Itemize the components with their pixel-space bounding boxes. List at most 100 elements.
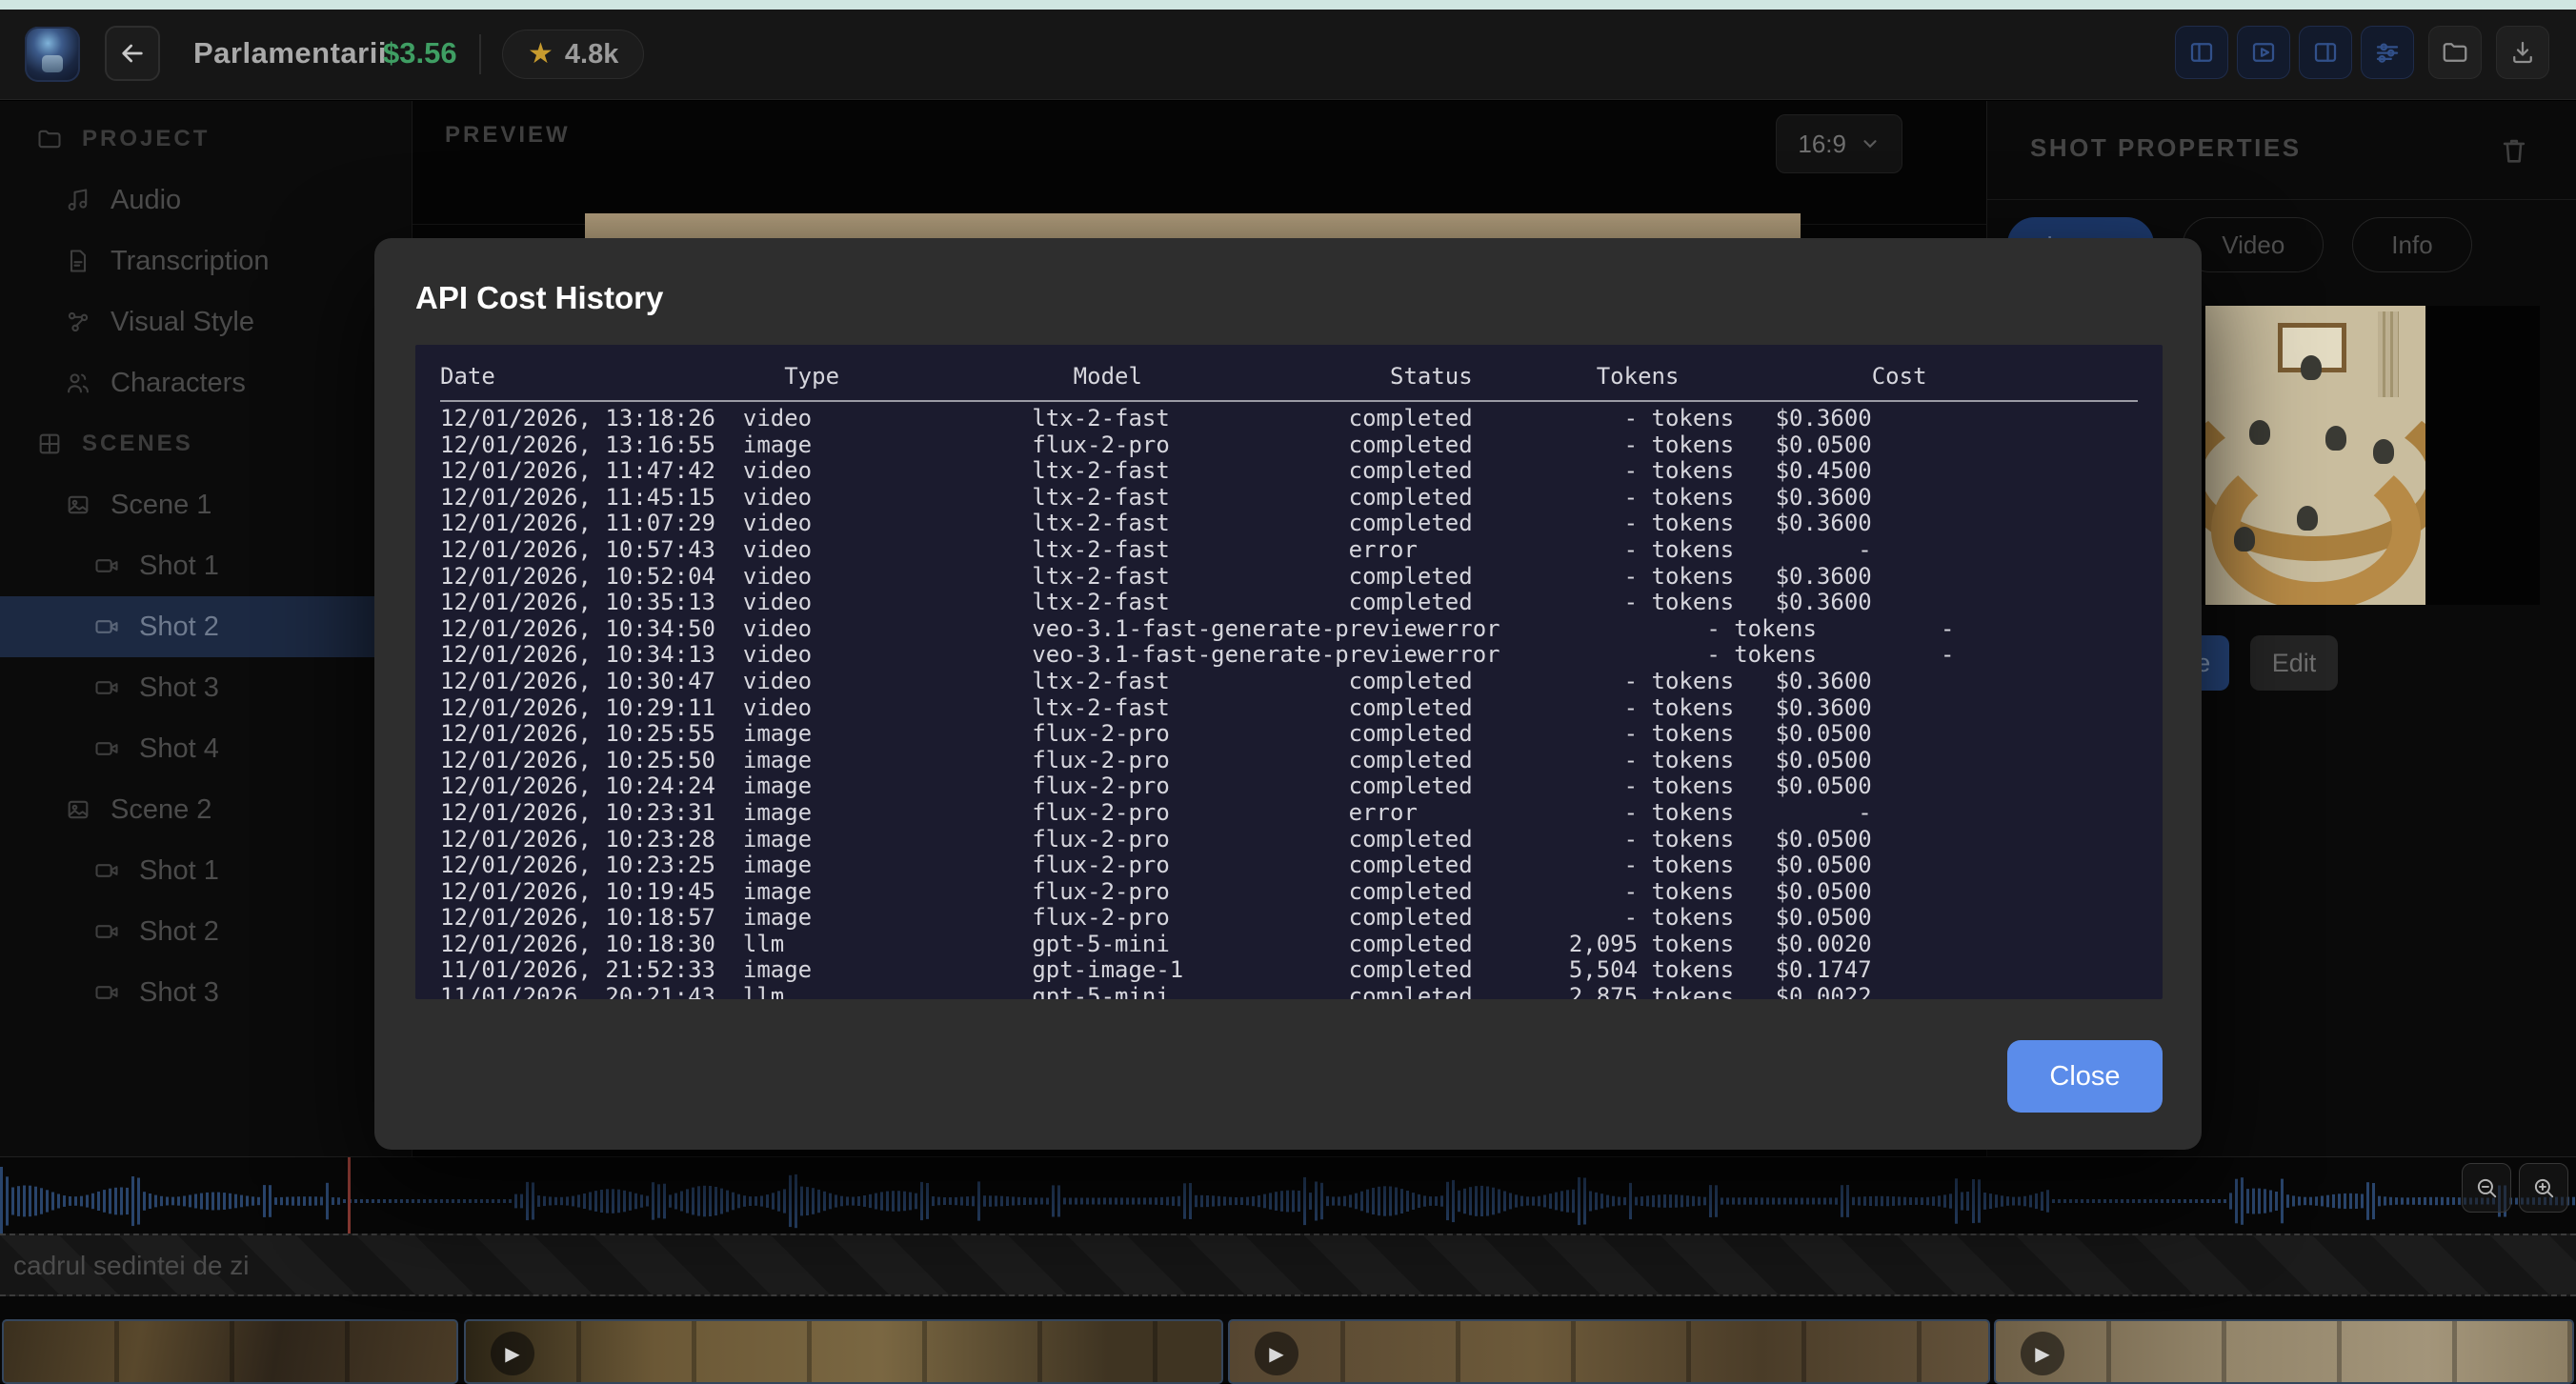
tab-info[interactable]: Info: [2352, 217, 2471, 272]
edit-button[interactable]: Edit: [2250, 635, 2338, 691]
sidebar-item-transcription[interactable]: Transcription: [0, 231, 412, 291]
close-button[interactable]: Close: [2007, 1040, 2163, 1113]
sidebar-item-visual-style[interactable]: Visual Style: [0, 291, 412, 352]
star-icon: ★: [528, 40, 553, 69]
sidebar-item-shot-2[interactable]: Shot 2: [0, 901, 412, 962]
clip-play-icon[interactable]: ▶: [2021, 1332, 2064, 1375]
clip-frames: [466, 1321, 1221, 1382]
users-icon: [65, 370, 91, 396]
sidebar-item-label: Audio: [111, 185, 181, 216]
music-icon: [65, 187, 91, 213]
sidebar-item-label: Shot 1: [139, 551, 219, 582]
sliders-icon: [2373, 38, 2402, 67]
trash-icon: [2498, 134, 2530, 167]
folder-icon: [36, 126, 63, 152]
preview-label: PREVIEW: [445, 122, 571, 149]
audio-waveform-track[interactable]: [0, 1161, 2576, 1241]
window-top-strip: [0, 0, 2576, 10]
sidebar-item-shot-1[interactable]: Shot 1: [0, 535, 412, 596]
clip-frames: [1996, 1321, 2572, 1382]
session-cost[interactable]: $3.56: [383, 36, 457, 70]
filmstrip-clip-4[interactable]: ▶: [1994, 1319, 2574, 1384]
api-cost-history-modal: API Cost History Date Type Model Status …: [374, 238, 2202, 1150]
header-toolbar: [2175, 26, 2549, 79]
timeline-zoom-out-button[interactable]: [2462, 1163, 2511, 1213]
video-icon: [93, 674, 120, 701]
cost-table-separator: [440, 400, 2138, 402]
sidebar-item-label: Shot 2: [139, 916, 219, 948]
aspect-ratio-value: 16:9: [1798, 130, 1846, 159]
clip-play-icon[interactable]: ▶: [1255, 1332, 1298, 1375]
filmstrip-clip-1[interactable]: [2, 1319, 458, 1384]
cartoon-pillar: [2378, 311, 2399, 397]
video-icon: [93, 857, 120, 884]
subtitle-track[interactable]: cadrul sedintei de zi: [0, 1234, 2576, 1296]
subtitle-text: cadrul sedintei de zi: [13, 1251, 249, 1281]
header-divider: [479, 34, 481, 74]
sidebar-item-label: Visual Style: [111, 307, 254, 338]
shapes-icon: [65, 309, 91, 335]
video-icon: [93, 552, 120, 579]
download-icon: [2508, 38, 2537, 67]
panel-right-icon: [2311, 38, 2340, 67]
shot-properties-header: SHOT PROPERTIES: [1987, 101, 2576, 200]
video-icon: [93, 918, 120, 945]
image-icon: [65, 491, 91, 518]
video-icon: [93, 979, 120, 1006]
sidebar-item-label: SCENES: [82, 431, 193, 457]
project-title: Parlamentarii: [193, 36, 387, 70]
sidebar-item-scenes[interactable]: SCENES: [0, 413, 412, 474]
download-button[interactable]: [2496, 26, 2549, 79]
playhead[interactable]: [348, 1157, 351, 1245]
sidebar-item-shot-3[interactable]: Shot 3: [0, 657, 412, 718]
chevron-down-icon: [1860, 133, 1881, 154]
modal-title: API Cost History: [415, 280, 663, 316]
sidebar-item-label: PROJECT: [82, 126, 210, 152]
sidebar-item-project[interactable]: PROJECT: [0, 109, 412, 170]
shot-properties-title: SHOT PROPERTIES: [2030, 133, 2302, 163]
panel-left-icon: [2187, 38, 2216, 67]
back-button[interactable]: [105, 26, 160, 81]
star-count-badge[interactable]: ★ 4.8k: [502, 30, 644, 79]
sidebar-item-scene-1[interactable]: Scene 1: [0, 474, 412, 535]
play-panel-button[interactable]: [2237, 26, 2290, 79]
sidebar-item-label: Shot 1: [139, 855, 219, 887]
grid-icon: [36, 431, 63, 457]
cost-table[interactable]: Date Type Model Status Tokens Cost 12/01…: [415, 345, 2163, 999]
cartoon-figure: [2373, 439, 2394, 464]
sidebar-item-characters[interactable]: Characters: [0, 352, 412, 413]
panel-right-button[interactable]: [2299, 26, 2352, 79]
clip-play-icon[interactable]: ▶: [491, 1332, 534, 1375]
clip-frames: [4, 1321, 456, 1382]
sidebar-item-shot-2[interactable]: Shot 2: [0, 596, 412, 657]
aspect-ratio-dropdown[interactable]: 16:9: [1776, 114, 1902, 173]
delete-shot-button[interactable]: [2491, 128, 2537, 173]
zoom-out-icon: [2474, 1175, 2499, 1200]
sliders-button[interactable]: [2361, 26, 2414, 79]
shot-thumbnail-image: [2205, 306, 2425, 605]
sidebar-item-label: Transcription: [111, 246, 270, 277]
app-header: Parlamentarii $3.56 ★ 4.8k: [0, 10, 2576, 100]
sidebar-item-label: Shot 3: [139, 977, 219, 1009]
clip-frames: [1230, 1321, 1988, 1382]
panel-left-button[interactable]: [2175, 26, 2228, 79]
folder-icon: [2441, 38, 2469, 67]
cartoon-figure: [2234, 527, 2255, 552]
sidebar-item-label: Scene 1: [111, 490, 211, 521]
sidebar-item-shot-1[interactable]: Shot 1: [0, 840, 412, 901]
filmstrip-clip-2[interactable]: ▶: [464, 1319, 1223, 1384]
sidebar-item-audio[interactable]: Audio: [0, 170, 412, 231]
star-count: 4.8k: [565, 39, 618, 70]
timeline-zoom-in-button[interactable]: [2519, 1163, 2568, 1213]
folder-button[interactable]: [2428, 26, 2482, 79]
cartoon-figure: [2301, 355, 2322, 380]
tab-video[interactable]: Video: [2183, 217, 2324, 272]
sidebar-item-shot-4[interactable]: Shot 4: [0, 718, 412, 779]
filmstrip-clip-3[interactable]: ▶: [1228, 1319, 1990, 1384]
sidebar-item-shot-3[interactable]: Shot 3: [0, 962, 412, 1023]
timeline: cadrul sedintei de zi ▶ ▶ ▶: [0, 1156, 2576, 1383]
sidebar-item-label: Characters: [111, 368, 246, 399]
play-panel-icon: [2249, 38, 2278, 67]
zoom-in-icon: [2531, 1175, 2556, 1200]
sidebar-item-scene-2[interactable]: Scene 2: [0, 779, 412, 840]
